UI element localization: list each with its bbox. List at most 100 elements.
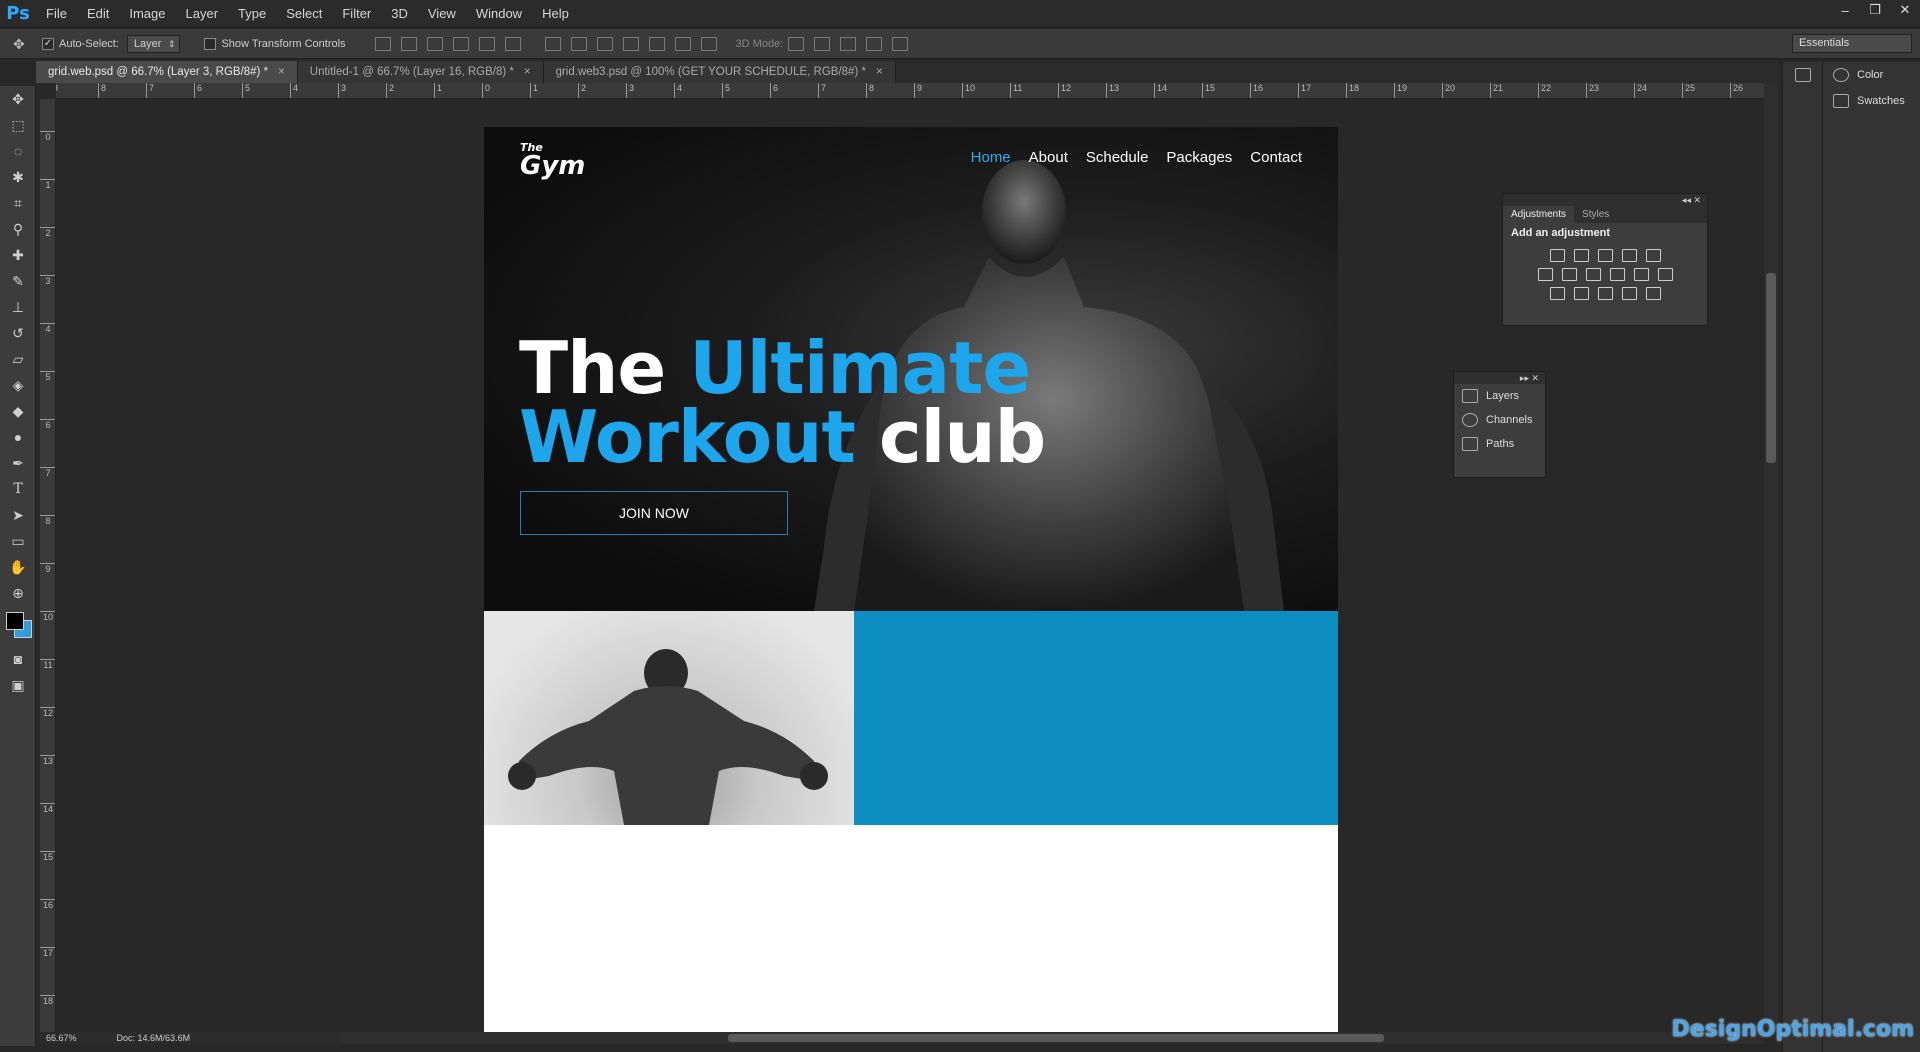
dodge-tool-icon[interactable]: ●: [0, 424, 36, 450]
menu-filter[interactable]: Filter: [332, 0, 381, 28]
rectangle-tool-icon[interactable]: ▭: [0, 528, 36, 554]
auto-align-icon[interactable]: [701, 37, 717, 51]
3d-scale-icon[interactable]: [892, 37, 908, 51]
menu-image[interactable]: Image: [119, 0, 175, 28]
nav-schedule[interactable]: Schedule: [1086, 149, 1149, 166]
menu-window[interactable]: Window: [466, 0, 532, 28]
crop-tool-icon[interactable]: ⌗: [0, 190, 36, 216]
channel-mixer-icon[interactable]: [1634, 268, 1649, 281]
nav-home[interactable]: Home: [971, 149, 1011, 166]
quick-mask-icon[interactable]: ◙: [0, 646, 36, 672]
panel-collapse-close[interactable]: ◂◂ ✕: [1503, 194, 1707, 206]
brush-tool-icon[interactable]: ✎: [0, 268, 36, 294]
document-canvas[interactable]: The Gym Home About Schedule Packages Con…: [484, 127, 1338, 1032]
doc-size[interactable]: Doc: 14.6M/63.6M: [117, 1032, 191, 1044]
tab-adjustments[interactable]: Adjustments: [1503, 206, 1574, 223]
vibrance-icon[interactable]: [1646, 249, 1661, 262]
move-tool-icon[interactable]: ✥: [0, 86, 36, 112]
brightness-icon[interactable]: [1550, 249, 1565, 262]
panel-layers[interactable]: Layers: [1454, 384, 1545, 408]
close-tab-icon[interactable]: ×: [524, 66, 531, 78]
tab-styles[interactable]: Styles: [1574, 206, 1617, 223]
menu-type[interactable]: Type: [228, 0, 276, 28]
move-tool-preset[interactable]: ✥: [8, 37, 34, 51]
align-bottom-icon[interactable]: [427, 37, 443, 51]
menu-layer[interactable]: Layer: [176, 0, 229, 28]
nav-contact[interactable]: Contact: [1250, 149, 1302, 166]
restore-button[interactable]: ❐: [1860, 0, 1890, 20]
horizontal-scroll-thumb[interactable]: [728, 1034, 1384, 1042]
distribute-left-icon[interactable]: [623, 37, 639, 51]
distribute-vcenter-icon[interactable]: [571, 37, 587, 51]
invert-icon[interactable]: [1550, 287, 1565, 300]
tab-untitled-1[interactable]: Untitled-1 @ 66.7% (Layer 16, RGB/8) *×: [298, 61, 544, 83]
hand-tool-icon[interactable]: ✋: [0, 554, 36, 580]
vertical-scroll-thumb[interactable]: [1766, 273, 1776, 463]
vertical-scrollbar[interactable]: [1764, 83, 1778, 1032]
auto-select-checkbox[interactable]: ✓: [42, 38, 54, 50]
color-lookup-icon[interactable]: [1658, 268, 1673, 281]
dock-color[interactable]: Color: [1823, 62, 1920, 88]
zoom-tool-icon[interactable]: ⊕: [0, 580, 36, 606]
distribute-hcenter-icon[interactable]: [649, 37, 665, 51]
photo-filter-icon[interactable]: [1610, 268, 1625, 281]
type-tool-icon[interactable]: T: [0, 476, 36, 502]
threshold-icon[interactable]: [1598, 287, 1613, 300]
menu-edit[interactable]: Edit: [77, 0, 119, 28]
join-now-button[interactable]: JOIN NOW: [520, 491, 788, 535]
minimize-button[interactable]: –: [1830, 0, 1860, 20]
tab-grid-web3[interactable]: grid.web3.psd @ 100% (GET YOUR SCHEDULE,…: [544, 61, 896, 83]
clone-stamp-tool-icon[interactable]: ⊥: [0, 294, 36, 320]
path-selection-tool-icon[interactable]: ➤: [0, 502, 36, 528]
marquee-tool-icon[interactable]: ⬚: [0, 112, 36, 138]
close-window-button[interactable]: ✕: [1890, 0, 1920, 20]
show-transform-option[interactable]: Show Transform Controls: [204, 38, 345, 50]
menu-file[interactable]: File: [36, 0, 77, 28]
history-brush-tool-icon[interactable]: ↺: [0, 320, 36, 346]
panel-paths[interactable]: Paths: [1454, 432, 1545, 456]
gradient-map-icon[interactable]: [1646, 287, 1661, 300]
curves-icon[interactable]: [1598, 249, 1613, 262]
healing-brush-tool-icon[interactable]: ✚: [0, 242, 36, 268]
distribute-bottom-icon[interactable]: [597, 37, 613, 51]
dock-swatches[interactable]: Swatches: [1823, 88, 1920, 114]
3d-roll-icon[interactable]: [814, 37, 830, 51]
gym-logo[interactable]: The Gym: [520, 141, 585, 178]
paint-bucket-tool-icon[interactable]: ◈: [0, 372, 36, 398]
color-swatches[interactable]: [0, 606, 35, 646]
align-right-icon[interactable]: [505, 37, 521, 51]
pen-tool-icon[interactable]: ✒: [0, 450, 36, 476]
lasso-tool-icon[interactable]: ◌: [0, 138, 36, 164]
close-tab-icon[interactable]: ×: [876, 66, 883, 78]
distribute-top-icon[interactable]: [545, 37, 561, 51]
panel-channels[interactable]: Channels: [1454, 408, 1545, 432]
selective-color-icon[interactable]: [1622, 287, 1637, 300]
3d-drag-icon[interactable]: [840, 37, 856, 51]
menu-select[interactable]: Select: [276, 0, 332, 28]
align-left-icon[interactable]: [453, 37, 469, 51]
close-tab-icon[interactable]: ×: [278, 66, 285, 78]
posterize-icon[interactable]: [1574, 287, 1589, 300]
screen-mode-icon[interactable]: ▣: [0, 672, 36, 698]
zoom-level[interactable]: 66.67%: [46, 1032, 77, 1044]
history-icon[interactable]: [1783, 62, 1822, 88]
align-hcenter-icon[interactable]: [479, 37, 495, 51]
tab-grid-web[interactable]: grid.web.psd @ 66.7% (Layer 3, RGB/8#) *…: [36, 61, 298, 83]
color-balance-icon[interactable]: [1562, 268, 1577, 281]
distribute-right-icon[interactable]: [675, 37, 691, 51]
align-vcenter-icon[interactable]: [401, 37, 417, 51]
panel-collapse-close[interactable]: ▸▸ ✕: [1454, 372, 1545, 384]
3d-rotate-icon[interactable]: [788, 37, 804, 51]
black-white-icon[interactable]: [1586, 268, 1601, 281]
menu-3d[interactable]: 3D: [381, 0, 418, 28]
eraser-tool-icon[interactable]: ▱: [0, 346, 36, 372]
blur-tool-icon[interactable]: ◆: [0, 398, 36, 424]
workspace-dropdown[interactable]: Essentials: [1792, 34, 1912, 53]
auto-select-option[interactable]: ✓ Auto-Select:: [42, 38, 119, 50]
nav-packages[interactable]: Packages: [1166, 149, 1232, 166]
exposure-icon[interactable]: [1622, 249, 1637, 262]
menu-help[interactable]: Help: [532, 0, 579, 28]
hue-saturation-icon[interactable]: [1538, 268, 1553, 281]
3d-slide-icon[interactable]: [866, 37, 882, 51]
layers-panel-group[interactable]: ▸▸ ✕ Layers Channels Paths: [1453, 371, 1546, 478]
